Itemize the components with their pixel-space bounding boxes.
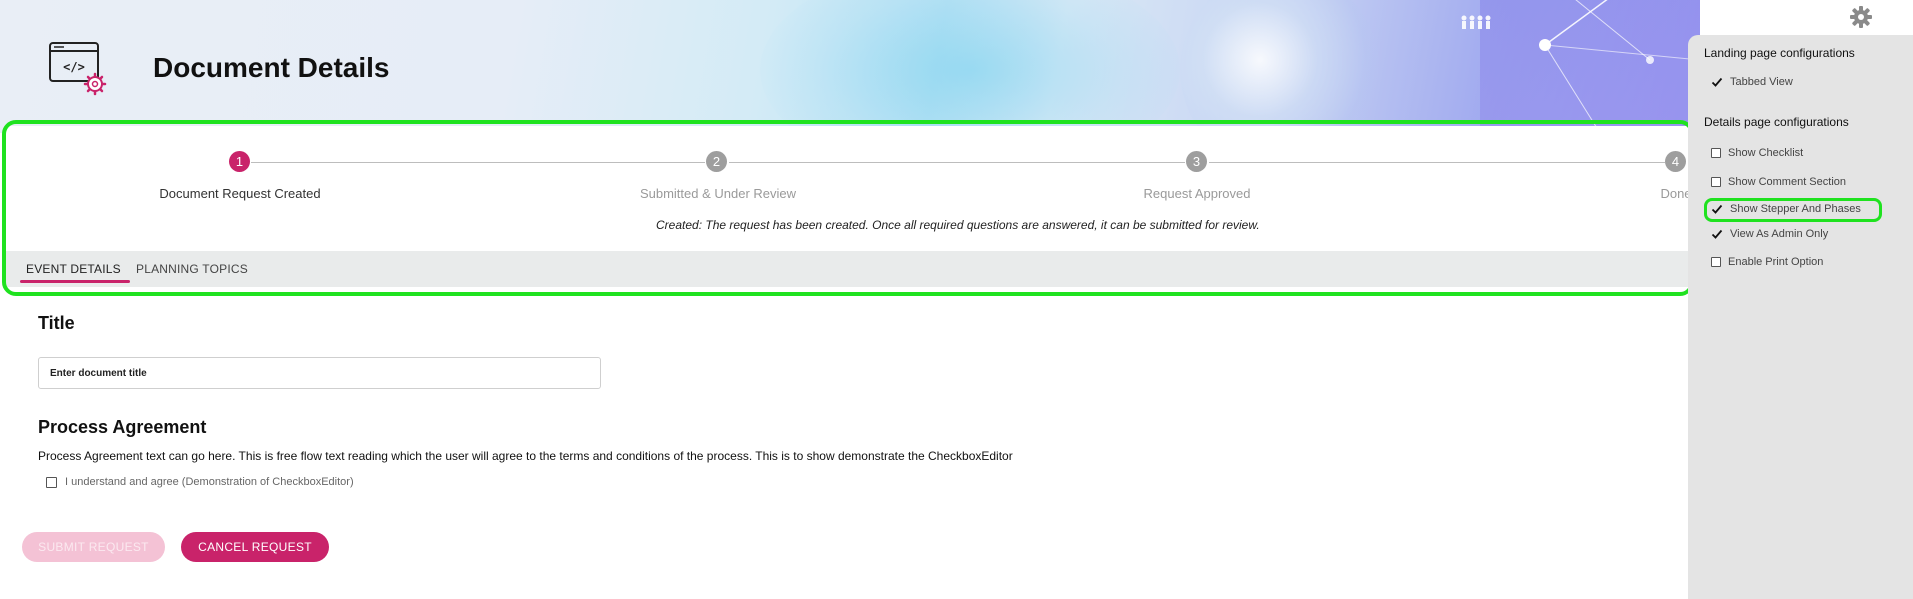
option-enable-print-option[interactable]: Enable Print Option	[1711, 255, 1823, 269]
code-document-settings-icon: </>	[49, 42, 107, 96]
step-3-label: Request Approved	[1143, 186, 1251, 201]
process-agreement-heading: Process Agreement	[38, 417, 207, 437]
checkbox[interactable]	[1711, 148, 1721, 158]
step-3-number: 3	[1186, 151, 1207, 172]
option-show-comment-section[interactable]: Show Comment Section	[1711, 175, 1846, 189]
header-banner: </> Document Details	[0, 0, 1700, 133]
gear-icon[interactable]	[1849, 5, 1873, 29]
page-title: Document Details	[153, 52, 390, 83]
stepper-connector	[251, 162, 705, 163]
option-show-stepper-and-phases[interactable]: Show Stepper And Phases	[1711, 202, 1861, 216]
step-2-label: Submitted & Under Review	[639, 186, 797, 201]
tab-event-details-label: EVENT DETAILS	[26, 262, 121, 276]
landing-config-heading: Landing page configurations	[1704, 46, 1855, 60]
option-show-checklist[interactable]: Show Checklist	[1711, 146, 1803, 160]
option-label: Show Stepper And Phases	[1730, 203, 1861, 215]
option-tabbed-view[interactable]: Tabbed View	[1711, 75, 1793, 89]
tab-planning-topics[interactable]: PLANNING TOPICS	[136, 251, 256, 287]
step-4-number: 4	[1665, 151, 1686, 172]
stepper-connector	[729, 162, 1185, 163]
tab-planning-topics-label: PLANNING TOPICS	[136, 262, 248, 276]
title-input[interactable]	[38, 357, 601, 389]
check-icon[interactable]	[1711, 228, 1723, 240]
tab-event-details[interactable]: EVENT DETAILS	[20, 251, 130, 287]
step-1-number: 1	[229, 151, 250, 172]
checkbox[interactable]	[1711, 177, 1721, 187]
option-label: Show Checklist	[1728, 147, 1804, 159]
banner-network-graphic	[1461, 0, 1700, 133]
option-label: Enable Print Option	[1728, 256, 1824, 268]
step-2-number: 2	[706, 151, 727, 172]
agreement-checkbox-label[interactable]: I understand and agree (Demonstration of…	[65, 476, 354, 488]
svg-text:</>: </>	[63, 60, 85, 74]
option-label: Tabbed View	[1730, 76, 1793, 88]
option-label: View As Admin Only	[1730, 228, 1829, 240]
stepper-connector	[1209, 162, 1665, 163]
step-description: Created: The request has been created. O…	[656, 218, 1260, 232]
details-config-heading: Details page configurations	[1704, 115, 1849, 129]
active-tab-indicator	[20, 280, 130, 283]
check-icon[interactable]	[1711, 203, 1723, 215]
cancel-request-button[interactable]: CANCEL REQUEST	[181, 532, 329, 562]
step-1-label: Document Request Created	[159, 186, 321, 201]
banner-decoration	[1180, 0, 1380, 133]
checkbox[interactable]	[1711, 257, 1721, 267]
step-4-label: Done	[1660, 186, 1692, 201]
option-view-as-admin-only[interactable]: View As Admin Only	[1711, 227, 1828, 241]
agreement-checkbox[interactable]	[46, 476, 57, 488]
check-icon[interactable]	[1711, 76, 1723, 88]
option-label: Show Comment Section	[1728, 176, 1846, 188]
agreement-checkbox-row[interactable]: I understand and agree (Demonstration of…	[46, 475, 354, 489]
banner-decoration	[760, 0, 1180, 133]
title-heading: Title	[38, 313, 75, 333]
tab-bar: EVENT DETAILS PLANNING TOPICS	[6, 251, 1688, 287]
page: </> Document Details 1 2 3 4 Document Re…	[0, 0, 1913, 599]
submit-request-button[interactable]: SUBMIT REQUEST	[22, 532, 165, 562]
process-agreement-text: Process Agreement text can go here. This…	[38, 449, 1013, 463]
